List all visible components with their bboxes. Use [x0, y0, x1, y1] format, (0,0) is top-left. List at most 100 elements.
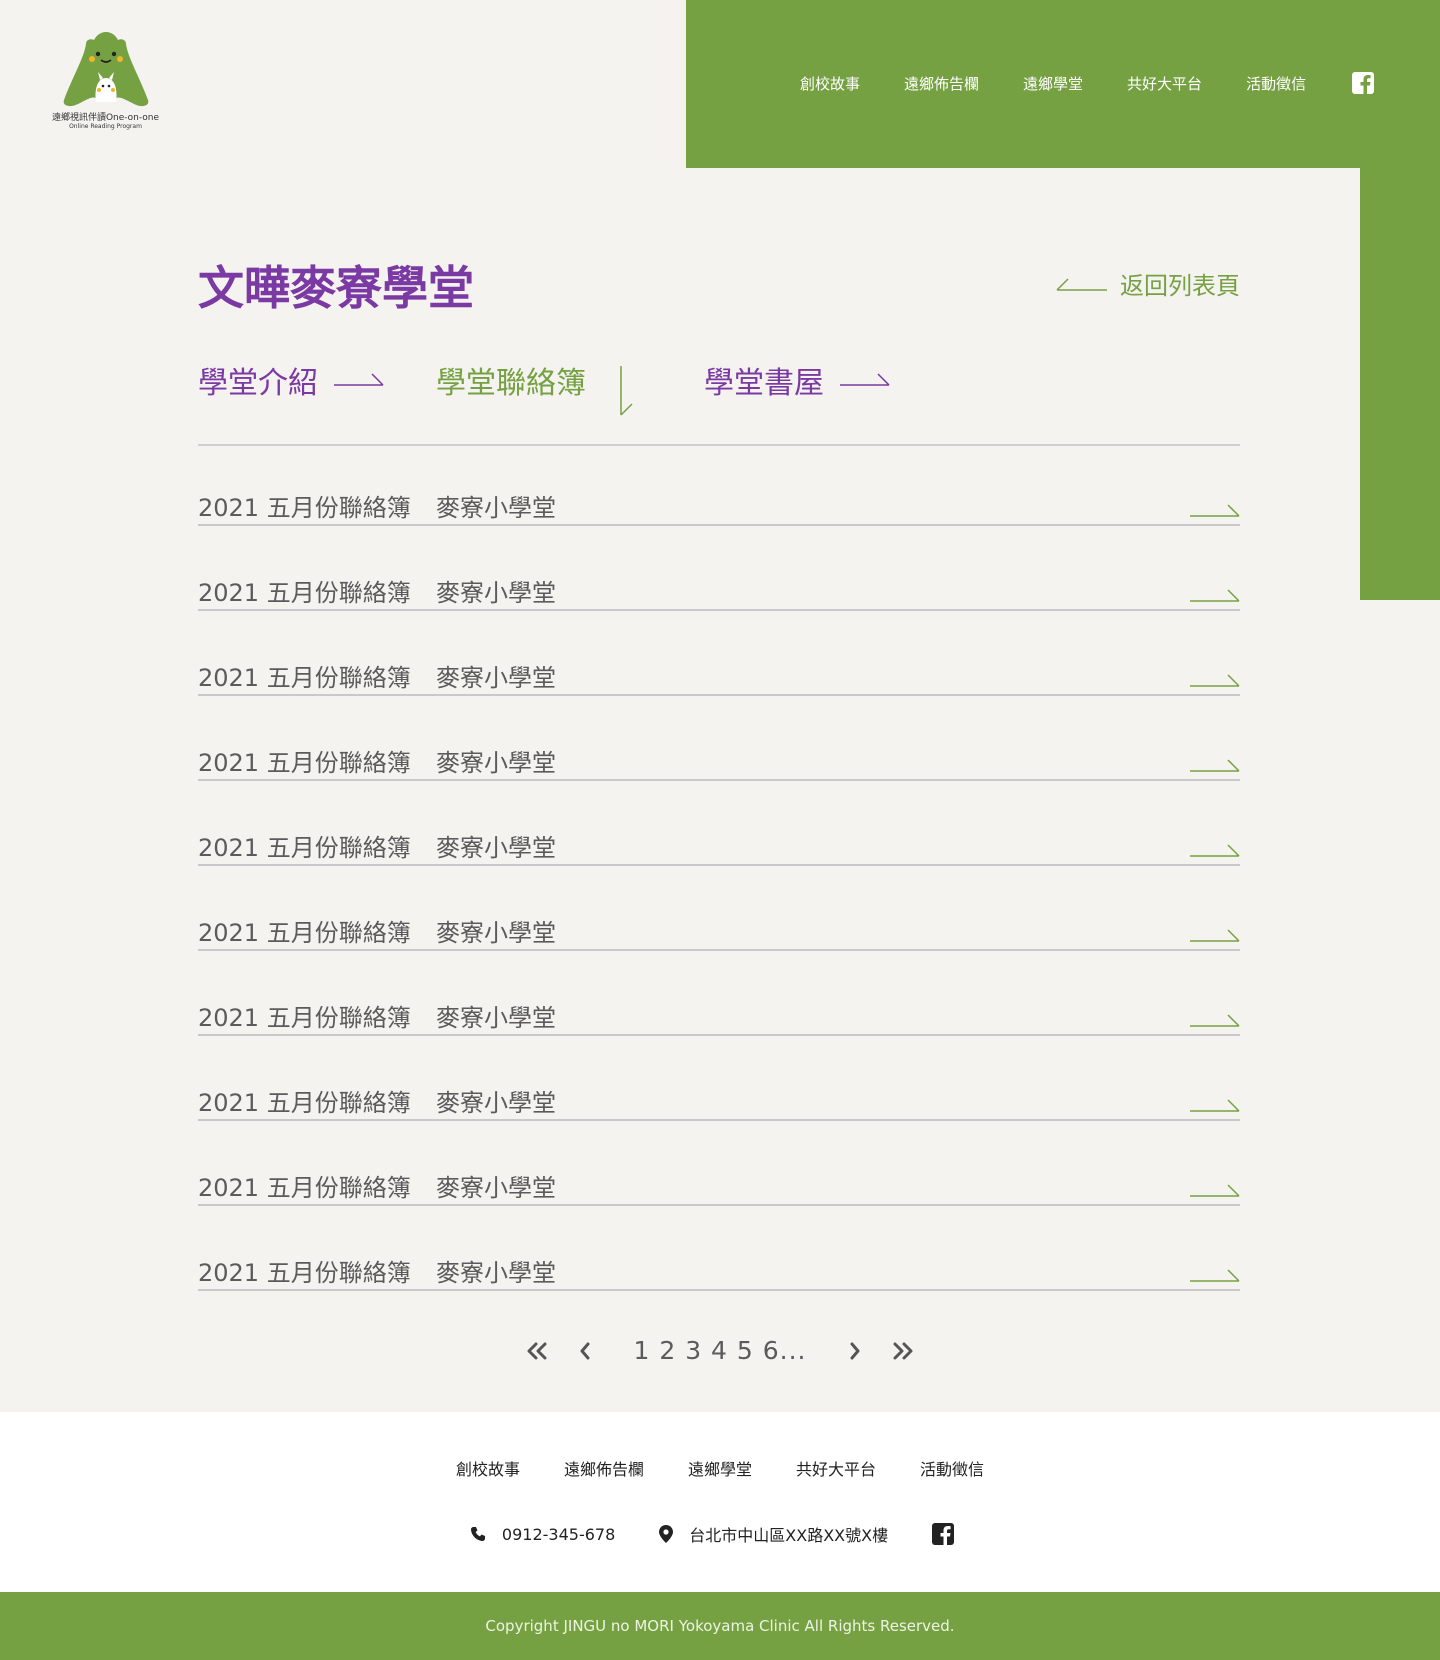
- entry-school: 麥寮小學堂: [436, 919, 556, 947]
- arrow-right-icon: [1190, 1099, 1240, 1112]
- entry-school: 麥寮小學堂: [436, 579, 556, 607]
- row-divider: [198, 1204, 1240, 1206]
- list-item[interactable]: 2021 五月份聯絡簿 麥寮小學堂: [198, 1235, 1240, 1320]
- entry-title: 2021 五月份聯絡簿: [198, 1089, 411, 1117]
- entry-title: 2021 五月份聯絡簿: [198, 834, 411, 862]
- facebook-icon[interactable]: [1352, 72, 1375, 94]
- row-divider: [198, 609, 1240, 611]
- back-to-list-link[interactable]: 返回列表頁: [1056, 266, 1240, 301]
- row-divider: [198, 1289, 1240, 1291]
- page-numbers[interactable]: 1 2 3 4 5 6...: [633, 1336, 806, 1365]
- footer-link-founding-story[interactable]: 創校故事: [456, 1456, 520, 1480]
- pagination: 1 2 3 4 5 6...: [0, 1336, 1440, 1365]
- arrow-right-icon: [334, 373, 384, 386]
- footer: 創校故事 遠鄉佈告欄 遠鄉學堂 共好大平台 活動徵信 0912-345-678 …: [0, 1412, 1440, 1592]
- list-item[interactable]: 2021 五月份聯絡簿 麥寮小學堂: [198, 1065, 1240, 1150]
- address-contact: 台北市中山區XX路XX號X樓: [659, 1522, 888, 1546]
- address: 台北市中山區XX路XX號X樓: [689, 1526, 889, 1545]
- arrow-right-icon: [1190, 504, 1240, 517]
- entry-title: 2021 五月份聯絡簿: [198, 494, 411, 522]
- copyright-bar: Copyright JINGU no MORI Yokoyama Clinic …: [0, 1592, 1440, 1660]
- nav-item-founding-story[interactable]: 創校故事: [800, 73, 860, 94]
- entry-title: 2021 五月份聯絡簿: [198, 1004, 411, 1032]
- list-item[interactable]: 2021 五月份聯絡簿 麥寮小學堂: [198, 725, 1240, 810]
- row-divider: [198, 779, 1240, 781]
- list-item[interactable]: 2021 五月份聯絡簿 麥寮小學堂: [198, 470, 1240, 555]
- row-divider: [198, 1034, 1240, 1036]
- arrow-down-icon: [620, 366, 633, 416]
- footer-facebook[interactable]: [932, 1523, 970, 1545]
- facebook-icon: [932, 1523, 955, 1545]
- main-nav: 創校故事 遠鄉佈告欄 遠鄉學堂 共好大平台 活動徵信: [800, 72, 1375, 94]
- nav-item-platform[interactable]: 共好大平台: [1127, 73, 1202, 94]
- site-logo[interactable]: 遠鄉視訊伴讀One-on-one Online Reading Program: [48, 28, 163, 138]
- tab-label: 學堂書屋: [704, 366, 824, 401]
- contact-info: 0912-345-678 台北市中山區XX路XX號X樓: [0, 1522, 1440, 1546]
- section-tabs: 學堂介紹 學堂聯絡簿 學堂書屋: [198, 358, 1240, 446]
- phone-contact[interactable]: 0912-345-678: [470, 1525, 615, 1544]
- chevron-left-icon: [580, 1342, 590, 1359]
- entry-title: 2021 五月份聯絡簿: [198, 1174, 411, 1202]
- entry-school: 麥寮小學堂: [436, 1174, 556, 1202]
- tab-label: 學堂聯絡簿: [436, 366, 586, 401]
- next-page-button[interactable]: [843, 1339, 867, 1363]
- row-divider: [198, 1119, 1240, 1121]
- row-divider: [198, 949, 1240, 951]
- arrow-right-icon: [1190, 759, 1240, 772]
- footer-link-donations[interactable]: 活動徵信: [920, 1456, 984, 1480]
- arrow-right-icon: [840, 373, 890, 386]
- arrow-right-icon: [1190, 674, 1240, 687]
- entry-school: 麥寮小學堂: [436, 494, 556, 522]
- arrow-right-icon: [1190, 1014, 1240, 1027]
- contact-book-list: 2021 五月份聯絡簿 麥寮小學堂 2021 五月份聯絡簿 麥寮小學堂 2021 五月份…: [198, 470, 1240, 1320]
- footer-link-platform[interactable]: 共好大平台: [796, 1456, 876, 1480]
- entry-school: 麥寮小學堂: [436, 1089, 556, 1117]
- footer-link-school[interactable]: 遠鄉學堂: [688, 1456, 752, 1480]
- tab-introduction[interactable]: 學堂介紹: [198, 358, 384, 402]
- first-page-button[interactable]: [525, 1339, 549, 1363]
- row-divider: [198, 864, 1240, 866]
- tab-contact-book[interactable]: 學堂聯絡簿: [436, 358, 634, 416]
- arrow-left-icon: [1056, 277, 1107, 291]
- row-divider: [198, 694, 1240, 696]
- phone-number: 0912-345-678: [501, 1524, 616, 1544]
- mascot-logo-icon: [63, 32, 148, 107]
- prev-page-button[interactable]: [573, 1339, 597, 1363]
- logo-name: 遠鄉視訊伴讀One-on-one: [51, 113, 160, 123]
- list-item[interactable]: 2021 五月份聯絡簿 麥寮小學堂: [198, 810, 1240, 895]
- back-label: 返回列表頁: [1120, 272, 1240, 300]
- list-item[interactable]: 2021 五月份聯絡簿 麥寮小學堂: [198, 555, 1240, 640]
- nav-item-school[interactable]: 遠鄉學堂: [1023, 73, 1083, 94]
- copyright-text: Copyright JINGU no MORI Yokoyama Clinic …: [485, 1617, 955, 1635]
- footer-nav: 創校故事 遠鄉佈告欄 遠鄉學堂 共好大平台 活動徵信: [0, 1456, 1440, 1480]
- list-item[interactable]: 2021 五月份聯絡簿 麥寮小學堂: [198, 980, 1240, 1065]
- nav-item-bulletin[interactable]: 遠鄉佈告欄: [904, 73, 979, 94]
- entry-title: 2021 五月份聯絡簿: [198, 664, 411, 692]
- list-item[interactable]: 2021 五月份聯絡簿 麥寮小學堂: [198, 895, 1240, 980]
- double-chevron-right-icon: [893, 1342, 912, 1359]
- entry-title: 2021 五月份聯絡簿: [198, 1259, 411, 1287]
- entry-school: 麥寮小學堂: [436, 1004, 556, 1032]
- list-item[interactable]: 2021 五月份聯絡簿 麥寮小學堂: [198, 640, 1240, 725]
- entry-title: 2021 五月份聯絡簿: [198, 919, 411, 947]
- list-item[interactable]: 2021 五月份聯絡簿 麥寮小學堂: [198, 1150, 1240, 1235]
- page-title: 文曄麥寮學堂: [198, 261, 474, 315]
- arrow-right-icon: [1190, 929, 1240, 942]
- entry-school: 麥寮小學堂: [436, 834, 556, 862]
- entry-title: 2021 五月份聯絡簿: [198, 579, 411, 607]
- side-green-panel: [1360, 168, 1440, 600]
- arrow-right-icon: [1190, 844, 1240, 857]
- footer-link-bulletin[interactable]: 遠鄉佈告欄: [564, 1456, 644, 1480]
- phone-icon: [470, 1527, 485, 1541]
- arrow-right-icon: [1190, 589, 1240, 602]
- logo-tagline: Online Reading Program: [69, 123, 142, 130]
- nav-item-donations[interactable]: 活動徵信: [1246, 73, 1306, 94]
- double-chevron-left-icon: [527, 1342, 547, 1359]
- entry-school: 麥寮小學堂: [436, 749, 556, 777]
- entry-school: 麥寮小學堂: [436, 664, 556, 692]
- tab-bookhouse[interactable]: 學堂書屋: [704, 358, 890, 402]
- map-pin-icon: [659, 1525, 674, 1543]
- arrow-right-icon: [1190, 1184, 1240, 1197]
- last-page-button[interactable]: [891, 1339, 915, 1363]
- entry-title: 2021 五月份聯絡簿: [198, 749, 411, 777]
